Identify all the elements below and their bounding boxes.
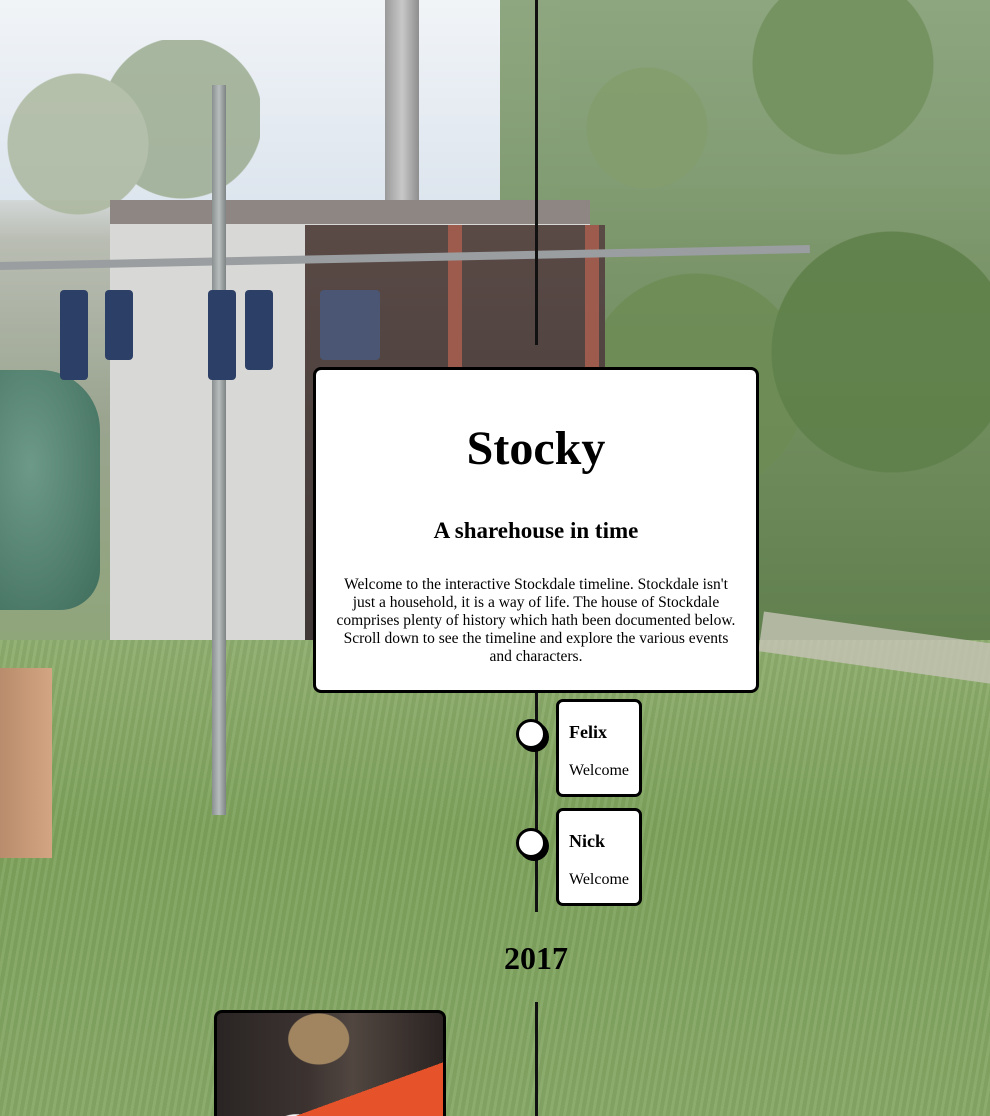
timeline-line-bottom — [535, 1002, 538, 1116]
event-name: Felix — [569, 722, 607, 742]
circle-marker-icon[interactable] — [516, 828, 546, 858]
page-title: Stocky — [466, 422, 606, 475]
circle-marker-icon[interactable] — [516, 719, 546, 749]
intro-description: Welcome to the interactive Stockdale tim… — [336, 576, 736, 665]
timeline-photo-card[interactable] — [214, 1010, 446, 1116]
page-subtitle: A sharehouse in time — [433, 518, 639, 543]
year-heading: 2017 — [504, 940, 568, 976]
timeline-event-nick[interactable]: Nick Welcome — [556, 808, 642, 906]
event-note: Welcome — [569, 871, 630, 888]
intro-card: Stocky A sharehouse in time Welcome to t… — [313, 367, 759, 693]
event-note: Welcome — [569, 762, 630, 779]
timeline-line-top — [535, 0, 538, 345]
timeline-event-felix[interactable]: Felix Welcome — [556, 699, 642, 797]
event-name: Nick — [569, 831, 605, 851]
